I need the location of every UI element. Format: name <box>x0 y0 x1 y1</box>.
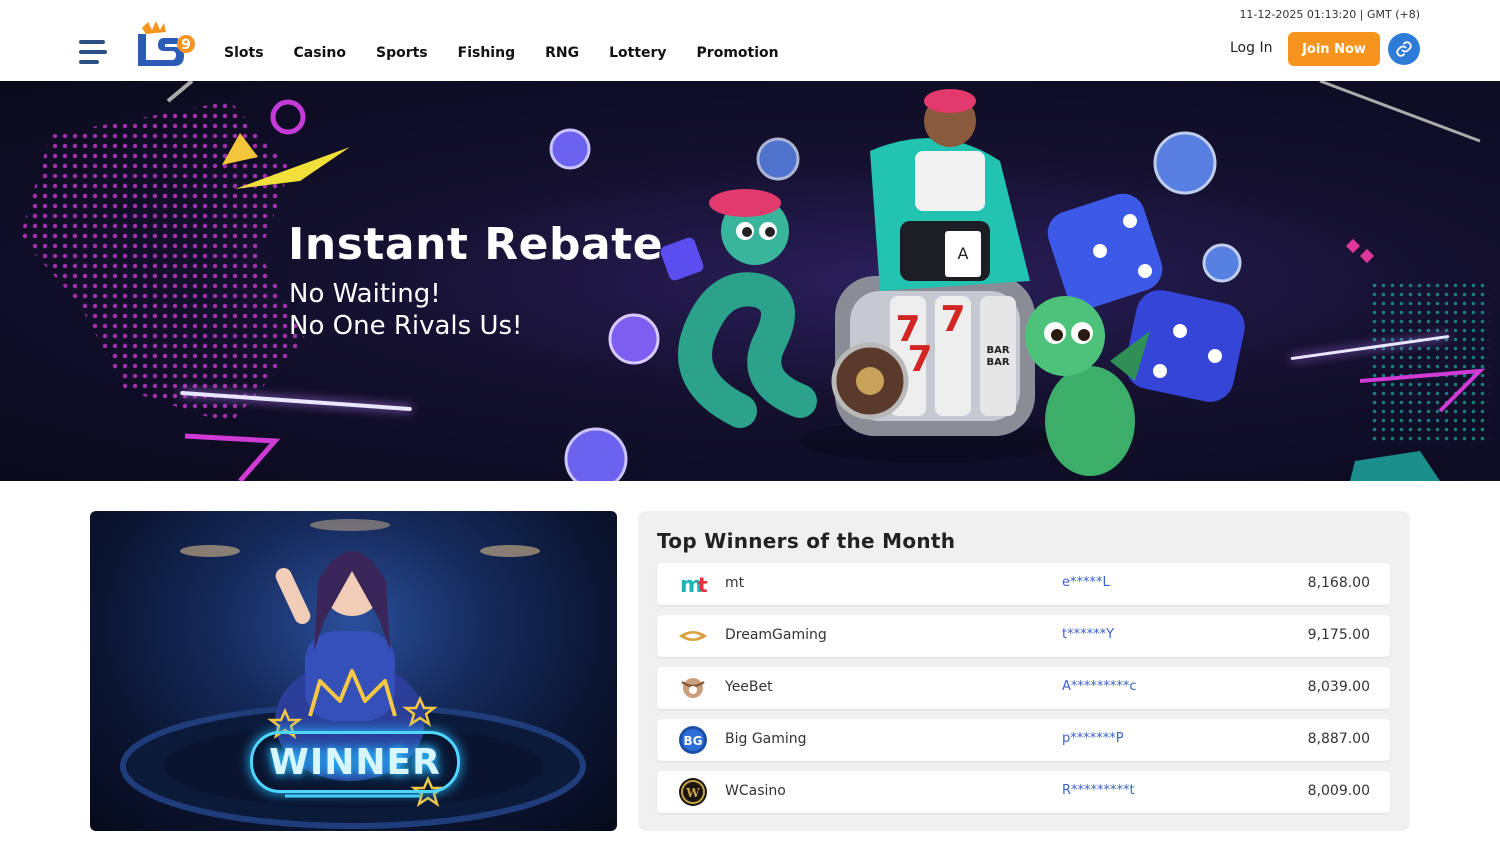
nav-slots[interactable]: Slots <box>224 45 264 61</box>
main-nav: Slots Casino Sports Fishing RNG Lottery … <box>224 45 809 61</box>
svg-text:BG: BG <box>684 734 703 748</box>
winner-amount: 8,168.00 <box>1307 575 1370 591</box>
top-winners-title: Top Winners of the Month <box>657 529 956 553</box>
datetime-display: 11-12-2025 01:13:20 | GMT (+8) <box>1239 8 1420 21</box>
winner-username: t******Y <box>1062 627 1115 642</box>
menu-icon[interactable] <box>79 40 107 66</box>
dreamgaming-logo-icon <box>677 621 709 651</box>
mt-logo-icon: m t <box>677 569 709 599</box>
banner-subtitle-1: No Waiting! <box>289 279 441 309</box>
join-now-button[interactable]: Join Now <box>1288 32 1380 66</box>
svg-text:BAR: BAR <box>986 357 1009 368</box>
svg-text:A: A <box>958 244 969 263</box>
winner-amount: 8,009.00 <box>1307 783 1370 799</box>
winner-row[interactable]: W WCasino R*********t 8,009.00 <box>657 771 1390 813</box>
svg-text:9: 9 <box>181 37 191 53</box>
winner-promo-image[interactable]: WINNER <box>90 511 617 831</box>
nav-sports[interactable]: Sports <box>376 45 428 61</box>
provider-name: DreamGaming <box>725 627 827 643</box>
wcasino-logo-icon: W <box>677 777 709 807</box>
winner-amount: 9,175.00 <box>1307 627 1370 643</box>
banner-subtitle-2: No One Rivals Us! <box>289 311 523 341</box>
top-winners-panel: Top Winners of the Month m t mt e*****L … <box>638 511 1410 831</box>
login-link[interactable]: Log In <box>1230 40 1272 56</box>
winner-amount: 8,887.00 <box>1307 731 1370 747</box>
svg-text:W: W <box>685 786 700 800</box>
biggaming-logo-icon: BG <box>677 725 709 755</box>
nav-rng[interactable]: RNG <box>545 45 579 61</box>
svg-text:BAR: BAR <box>986 345 1009 356</box>
winner-username: p*******P <box>1062 731 1124 746</box>
site-logo[interactable]: 9 <box>134 20 196 68</box>
nav-promotion[interactable]: Promotion <box>697 45 779 61</box>
link-icon <box>1396 41 1412 57</box>
banner-title: Instant Rebate <box>288 219 664 270</box>
svg-text:7: 7 <box>907 339 932 380</box>
provider-name: WCasino <box>725 783 786 799</box>
winner-amount: 8,039.00 <box>1307 679 1370 695</box>
winner-neon-label: WINNER <box>250 731 460 793</box>
banner-artwork: 7 7 7 BAR BAR A <box>166 81 1486 481</box>
winner-username: A*********c <box>1062 679 1137 694</box>
winner-row[interactable]: DreamGaming t******Y 9,175.00 <box>657 615 1390 657</box>
nav-lottery[interactable]: Lottery <box>609 45 666 61</box>
link-button[interactable] <box>1388 33 1420 65</box>
site-header: 11-12-2025 01:13:20 | GMT (+8) 9 Slots C… <box>0 0 1500 81</box>
winner-username: R*********t <box>1062 783 1135 798</box>
provider-name: mt <box>725 575 745 591</box>
yeebet-logo-icon <box>677 673 709 703</box>
svg-text:t: t <box>698 573 708 597</box>
winner-row[interactable]: m t mt e*****L 8,168.00 <box>657 563 1390 605</box>
promo-banner[interactable]: 7 7 7 BAR BAR A Instant Rebate No Waitin… <box>0 81 1500 481</box>
svg-text:7: 7 <box>940 299 965 340</box>
nav-casino[interactable]: Casino <box>294 45 346 61</box>
provider-name: YeeBet <box>725 679 773 695</box>
winner-username: e*****L <box>1062 575 1110 590</box>
provider-name: Big Gaming <box>725 731 807 747</box>
nav-fishing[interactable]: Fishing <box>458 45 515 61</box>
winner-row[interactable]: BG Big Gaming p*******P 8,887.00 <box>657 719 1390 761</box>
winner-row[interactable]: YeeBet A*********c 8,039.00 <box>657 667 1390 709</box>
